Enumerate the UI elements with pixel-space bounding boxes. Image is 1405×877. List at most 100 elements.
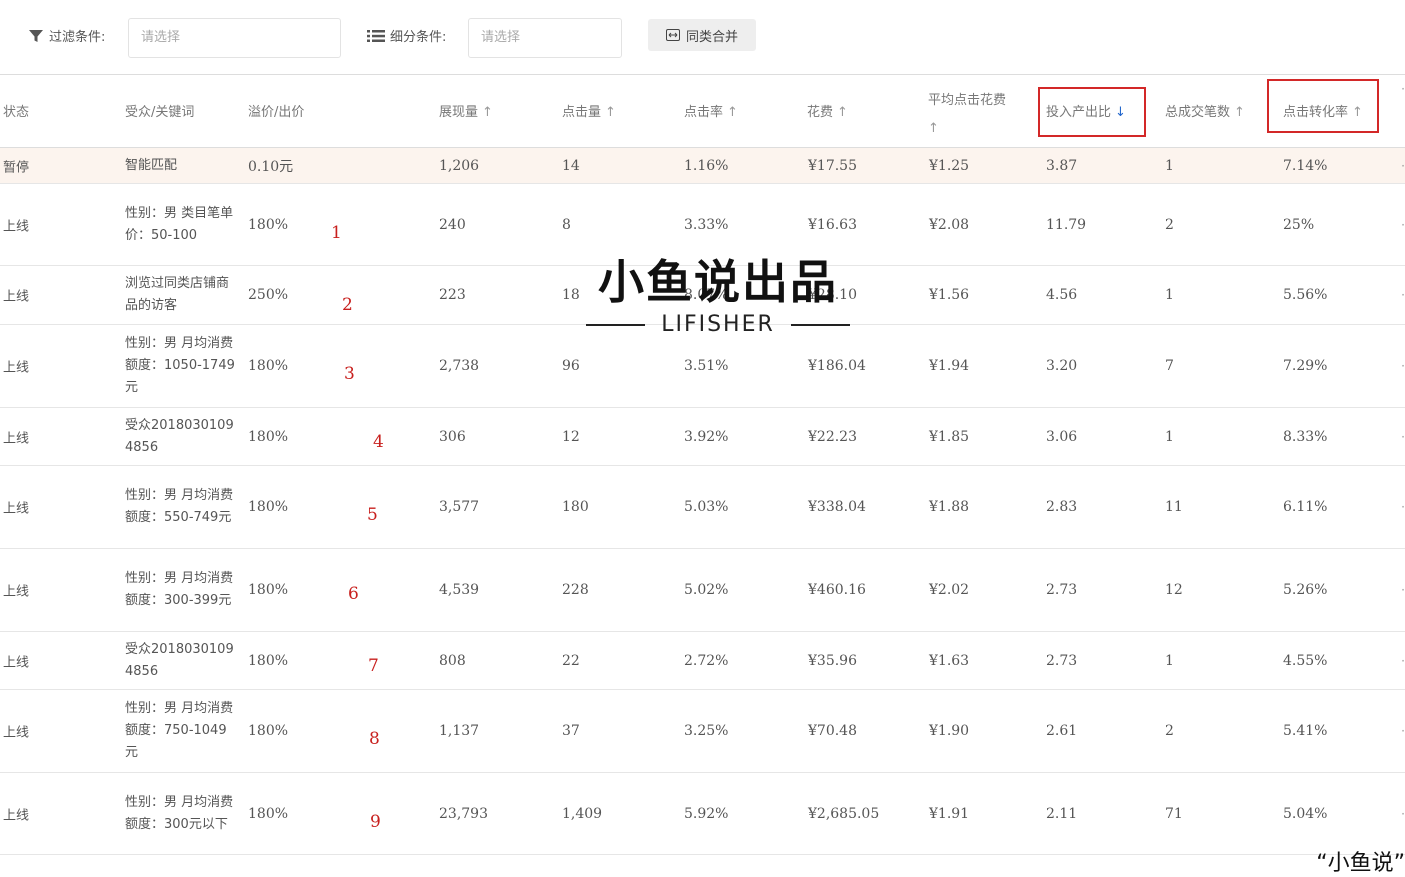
corner-watermark: “小鱼说” xyxy=(1316,851,1405,876)
cell-status: 上线 xyxy=(3,655,30,670)
table-row[interactable]: 上线 性别：男 月均消费额度：300-399元 180% 4,539 228 5.02% ¥… xyxy=(0,549,1405,632)
sort-up-icon[interactable]: ↑ xyxy=(482,105,493,120)
list-icon xyxy=(367,29,385,42)
cell-bid: 180% xyxy=(248,428,289,445)
cell-impressions: 3,577 xyxy=(439,499,480,515)
cell-orders: 1 xyxy=(1165,157,1174,174)
cell-clicks: 1,409 xyxy=(562,805,603,822)
cell-roi: 3.06 xyxy=(1046,428,1078,445)
cell-impressions: 223 xyxy=(439,287,466,303)
cell-impressions: 23,793 xyxy=(439,805,488,822)
cell-audience: 受众20180301094856 xyxy=(125,641,234,679)
table-row[interactable]: 上线 性别：男 月均消费额度：300元以下 180% 23,793 1,409 5.92%… xyxy=(0,773,1405,855)
table-row[interactable]: 上线 受众20180301094856 180% 808 22 2.72% ¥35.96 ¥1… xyxy=(0,632,1405,690)
sort-up-icon[interactable]: ↑ xyxy=(837,105,848,120)
cell-status: 上线 xyxy=(3,584,30,600)
edge-overflow-mark: · xyxy=(1401,288,1405,302)
table-row[interactable]: 上线 受众20180301094856 180% 306 12 3.92% ¥22.23 ¥1… xyxy=(0,408,1405,466)
filter-toolbar: 过滤条件: 请选择 细分条件: 请选择 同类合并 xyxy=(0,0,1405,74)
cell-orders: 1 xyxy=(1165,652,1174,669)
cell-bid: 180% xyxy=(248,652,289,669)
row-index-annotation: 5 xyxy=(367,505,378,526)
col-bid: 溢价/出价 xyxy=(248,101,304,120)
cell-avg-cpc: ¥1.56 xyxy=(929,287,970,303)
cell-ctr: 3.92% xyxy=(684,428,729,445)
cell-audience: 性别：男 月均消费额度：550-749元 xyxy=(125,488,234,525)
table-row[interactable]: 暂停 智能匹配 0.10元 1,206 14 1.16% ¥17.55 ¥1.25 3.87 1 7… xyxy=(0,148,1405,184)
cell-audience: 智能匹配 xyxy=(125,157,178,173)
sort-up-icon[interactable]: ↑ xyxy=(1234,105,1245,120)
cell-audience: 性别：男 月均消费额度：300-399元 xyxy=(125,571,234,608)
col-impressions[interactable]: 展现量 ↑ xyxy=(439,101,493,120)
cell-cost: ¥2,685.05 xyxy=(808,805,880,822)
cell-clicks: 228 xyxy=(562,582,589,598)
cell-avg-cpc: ¥1.25 xyxy=(929,157,970,174)
cell-ctr: 3.33% xyxy=(684,216,729,233)
col-avg-cpc-label: 平均点击花费 xyxy=(928,93,1007,108)
cvr-highlight-box xyxy=(1267,79,1379,133)
cell-cvr: 7.14% xyxy=(1283,157,1328,174)
table-row[interactable]: 上线 性别：男 月均消费额度：550-749元 180% 3,577 180 5.03% ¥… xyxy=(0,466,1405,549)
cell-avg-cpc: ¥2.08 xyxy=(929,216,970,233)
cell-cvr: 5.41% xyxy=(1283,723,1328,739)
cell-cvr: 6.11% xyxy=(1283,499,1328,515)
cell-orders: 1 xyxy=(1165,287,1174,303)
cell-status: 上线 xyxy=(3,431,30,446)
cell-audience: 受众20180301094856 xyxy=(125,417,234,455)
cell-orders: 7 xyxy=(1165,358,1174,374)
filter-select[interactable]: 请选择 xyxy=(128,18,341,58)
cell-ctr: 8.07% xyxy=(684,287,729,303)
cell-cvr: 25% xyxy=(1283,216,1315,233)
cell-avg-cpc: ¥1.85 xyxy=(929,428,970,445)
row-index-annotation: 9 xyxy=(370,811,381,832)
table-row[interactable]: 上线 性别：男 类目笔单价：50-100 180% 240 8 3.33% ¥16.63 ¥2… xyxy=(0,184,1405,266)
table-row[interactable]: 上线 性别：男 月均消费额度：750-1049元 180% 1,137 37 3.25% ¥… xyxy=(0,690,1405,773)
segment-select[interactable]: 请选择 xyxy=(468,18,622,58)
cell-ctr: 5.02% xyxy=(684,582,729,598)
col-clicks-label: 点击量 xyxy=(562,105,602,120)
cell-roi: 3.87 xyxy=(1046,157,1078,174)
col-cost[interactable]: 花费 ↑ xyxy=(807,101,848,120)
col-orders[interactable]: 总成交笔数 ↑ xyxy=(1165,101,1245,120)
col-clicks[interactable]: 点击量 ↑ xyxy=(562,101,616,120)
cell-roi: 3.20 xyxy=(1046,358,1078,374)
segment-label-text: 细分条件: xyxy=(390,30,447,45)
merge-similar-button[interactable]: 同类合并 xyxy=(648,19,756,51)
cell-bid: 180% xyxy=(248,582,289,598)
cell-audience: 性别：男 类目笔单价：50-100 xyxy=(125,205,234,243)
cell-clicks: 8 xyxy=(562,216,571,233)
cell-impressions: 306 xyxy=(439,428,466,445)
cell-ctr: 3.25% xyxy=(684,723,729,739)
cell-cost: ¥338.04 xyxy=(808,499,866,515)
col-ctr[interactable]: 点击率 ↑ xyxy=(684,101,738,120)
cell-cvr: 4.55% xyxy=(1283,652,1328,669)
cell-audience: 性别：男 月均消费额度：750-1049元 xyxy=(125,701,234,760)
sort-up-icon[interactable]: ↑ xyxy=(605,105,616,120)
cell-ctr: 5.92% xyxy=(684,805,729,822)
sort-up-icon[interactable]: ↑ xyxy=(727,105,738,120)
cell-cost: ¥70.48 xyxy=(808,723,857,739)
cell-cost: ¥186.04 xyxy=(808,358,866,374)
col-avg-cpc[interactable]: 平均点击花费 ↑ xyxy=(928,87,1006,143)
row-index-annotation: 7 xyxy=(368,656,379,677)
sort-up-icon[interactable]: ↑ xyxy=(928,115,939,143)
cell-cost: ¥28.10 xyxy=(808,287,857,303)
edge-overflow-mark: · xyxy=(1401,158,1405,173)
cell-clicks: 12 xyxy=(562,428,580,445)
cell-status: 上线 xyxy=(3,501,30,517)
cell-status: 上线 xyxy=(3,808,30,823)
col-status: 状态 xyxy=(3,101,29,120)
cell-clicks: 18 xyxy=(562,287,580,303)
row-index-annotation: 4 xyxy=(373,432,384,453)
cell-bid: 180% xyxy=(248,805,289,822)
table-row[interactable]: 上线 浏览过同类店铺商品的访客 250% 223 18 8.07% ¥28.10 ¥1.56 4… xyxy=(0,266,1405,325)
cell-ctr: 2.72% xyxy=(684,652,729,669)
table-row[interactable]: 上线 性别：男 月均消费额度：1050-1749元 180% 2,738 96 3.51%… xyxy=(0,325,1405,408)
cell-status: 上线 xyxy=(3,360,30,376)
row-index-annotation: 2 xyxy=(342,295,353,316)
cell-orders: 2 xyxy=(1165,216,1174,233)
cell-avg-cpc: ¥2.02 xyxy=(929,582,970,598)
cell-bid: 0.10元 xyxy=(248,158,294,175)
roi-highlight-box xyxy=(1038,87,1146,137)
cell-roi: 4.56 xyxy=(1046,287,1078,303)
